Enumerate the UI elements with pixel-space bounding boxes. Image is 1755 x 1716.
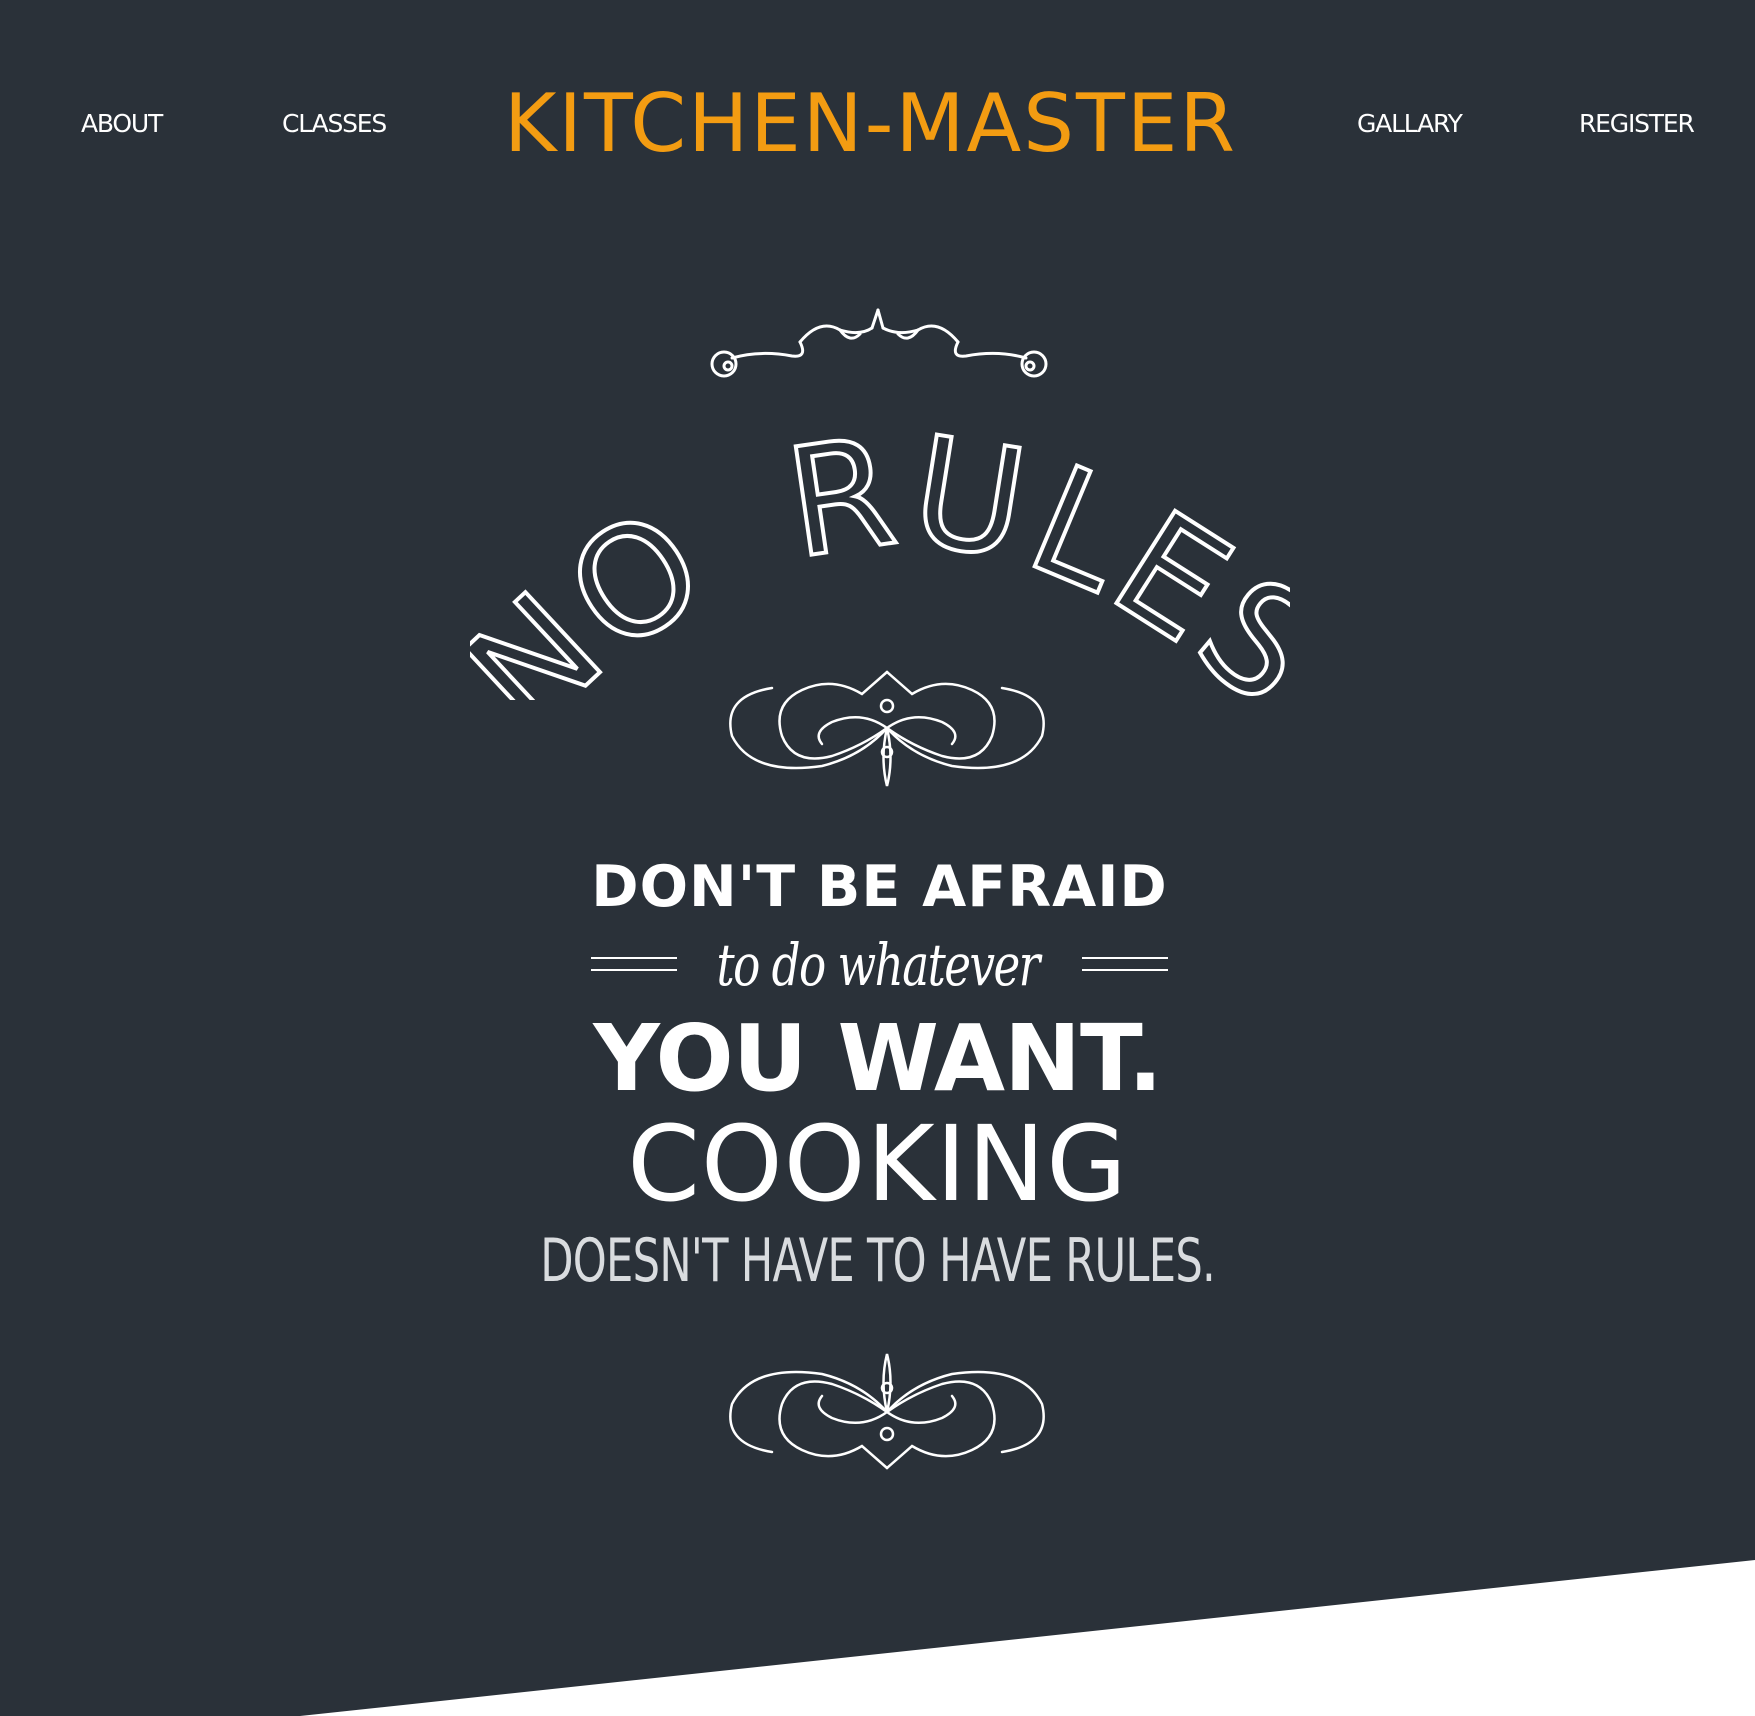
hero-poster: NO RULES DON'T BE AFRAID to do whate xyxy=(0,0,1755,1716)
page: ABOUT CLASSES KITCHEN-MASTER GALLARY REG… xyxy=(0,0,1755,1716)
headline-rules: DOESN'T HAVE TO HAVE RULES. xyxy=(540,1226,1216,1296)
headline-rules-row: DOESN'T HAVE TO HAVE RULES. xyxy=(0,1226,1755,1296)
svg-text:NO RULES: NO RULES xyxy=(470,420,1290,700)
headline-whatever-row: to do whatever xyxy=(0,925,1755,1005)
headline-whatever: to do whatever xyxy=(716,931,1040,999)
crown-ornament-icon xyxy=(710,308,1048,378)
arc-word-no: NO xyxy=(470,474,738,700)
headline-cooking: COOKING xyxy=(627,1103,1128,1225)
flourish-bottom-ornament-icon xyxy=(729,1353,1045,1470)
headline-want: YOU WANT. xyxy=(593,1005,1163,1112)
rule-right xyxy=(1082,957,1168,971)
no-rules-arc-text: NO RULES xyxy=(470,420,1290,700)
flourish-ornament-icon xyxy=(729,670,1045,787)
headline-afraid: DON'T BE AFRAID xyxy=(591,854,1168,920)
arc-word-rules: RULES xyxy=(777,420,1290,700)
